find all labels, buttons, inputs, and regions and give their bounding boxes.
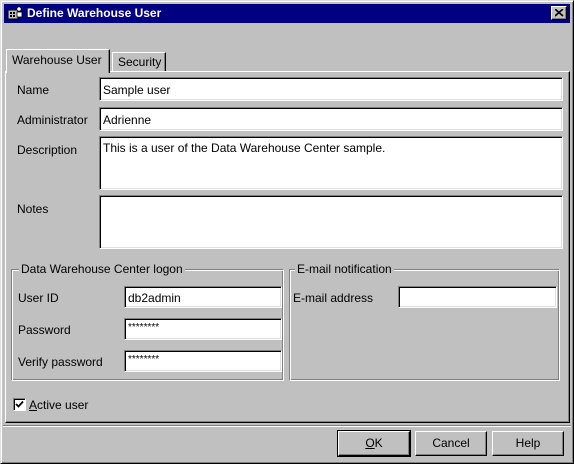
name-field[interactable]: Sample user — [99, 77, 563, 101]
ok-mnemonic: O — [365, 436, 375, 450]
define-warehouse-user-dialog: Define Warehouse User Warehouse User Sec… — [0, 0, 574, 464]
name-label: Name — [17, 83, 50, 97]
logon-group-title: Data Warehouse Center logon — [19, 262, 185, 276]
email-group-title: E-mail notification — [295, 262, 394, 276]
description-label: Description — [17, 143, 78, 157]
active-user-label[interactable]: Active user — [29, 398, 88, 412]
description-textarea[interactable]: This is a user of the Data Warehouse Cen… — [99, 136, 563, 190]
close-button[interactable] — [551, 6, 567, 20]
email-address-label: E-mail address — [293, 291, 374, 305]
cancel-button[interactable]: Cancel — [415, 431, 487, 456]
verify-password-label: Verify password — [18, 355, 103, 369]
title-bar[interactable]: Define Warehouse User — [4, 4, 570, 23]
active-user-mnemonic: A — [29, 398, 38, 412]
checkmark-icon — [15, 400, 24, 408]
ok-button[interactable]: OK — [337, 430, 411, 457]
user-id-label: User ID — [18, 291, 59, 305]
verify-password-field[interactable]: ******** — [124, 350, 282, 372]
user-id-field[interactable]: db2admin — [124, 286, 282, 308]
notes-textarea[interactable] — [99, 195, 563, 249]
tab-warehouse-user[interactable]: Warehouse User — [6, 49, 110, 73]
tab-warehouse-user-label: Warehouse User — [12, 53, 102, 67]
password-label: Password — [18, 323, 71, 337]
administrator-field[interactable]: Adrienne — [99, 107, 563, 131]
tab-security-label: Security — [118, 55, 162, 69]
ok-label-rest: K — [374, 436, 383, 450]
notes-label: Notes — [17, 202, 49, 216]
tab-security[interactable]: Security — [112, 52, 166, 72]
close-icon — [555, 9, 564, 17]
warehouse-user-icon — [7, 6, 23, 21]
active-user-checkbox[interactable] — [13, 398, 26, 411]
administrator-label: Administrator — [17, 113, 88, 127]
email-address-field[interactable] — [398, 286, 557, 308]
bottom-separator — [3, 425, 571, 427]
active-user-label-rest: ctive user — [37, 398, 89, 412]
window-title: Define Warehouse User — [27, 6, 162, 20]
password-field[interactable]: ******** — [124, 318, 282, 340]
help-button[interactable]: Help — [492, 431, 564, 456]
